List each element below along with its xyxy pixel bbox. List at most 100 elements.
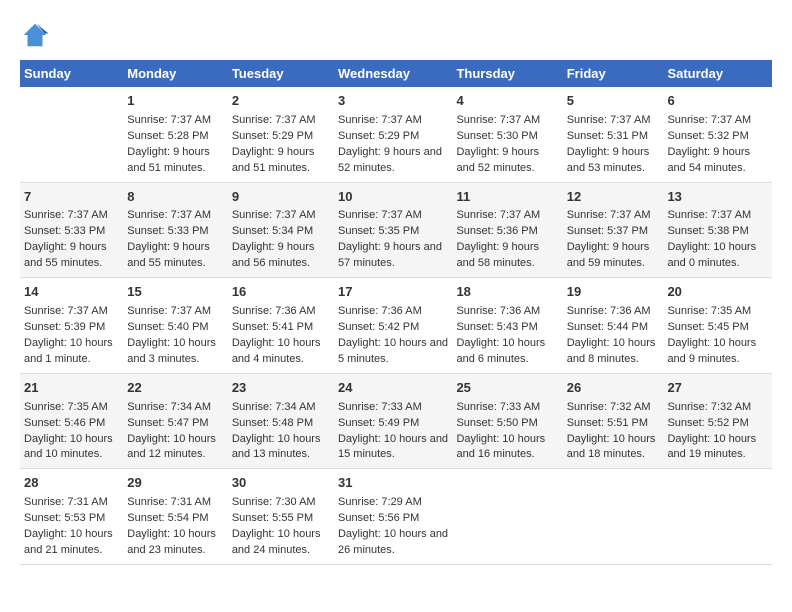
daylight-text: Daylight: 10 hours and 9 minutes. [667,337,756,365]
day-number: 9 [232,188,330,207]
calendar-cell: 11Sunrise: 7:37 AMSunset: 5:36 PMDayligh… [452,182,562,278]
calendar-week-row: 28Sunrise: 7:31 AMSunset: 5:53 PMDayligh… [20,469,772,565]
day-number: 16 [232,283,330,302]
sunset-text: Sunset: 5:31 PM [567,130,648,142]
sunrise-text: Sunrise: 7:37 AM [24,209,108,221]
sunrise-text: Sunrise: 7:36 AM [456,305,540,317]
sunset-text: Sunset: 5:29 PM [232,130,313,142]
sunset-text: Sunset: 5:38 PM [667,225,748,237]
calendar-cell [663,469,772,565]
sunset-text: Sunset: 5:33 PM [24,225,105,237]
sunrise-text: Sunrise: 7:31 AM [24,496,108,508]
daylight-text: Daylight: 9 hours and 52 minutes. [456,146,539,174]
sunset-text: Sunset: 5:44 PM [567,321,648,333]
sunset-text: Sunset: 5:34 PM [232,225,313,237]
daylight-text: Daylight: 10 hours and 24 minutes. [232,528,321,556]
sunset-text: Sunset: 5:40 PM [127,321,208,333]
page-header [20,20,772,50]
daylight-text: Daylight: 10 hours and 26 minutes. [338,528,448,556]
day-number: 20 [667,283,768,302]
day-number: 24 [338,379,448,398]
sunset-text: Sunset: 5:50 PM [456,417,537,429]
sunrise-text: Sunrise: 7:37 AM [567,114,651,126]
weekday-header-row: SundayMondayTuesdayWednesdayThursdayFrid… [20,60,772,87]
calendar-cell: 16Sunrise: 7:36 AMSunset: 5:41 PMDayligh… [228,278,334,374]
sunrise-text: Sunrise: 7:33 AM [338,401,422,413]
day-number: 6 [667,92,768,111]
calendar-cell: 7Sunrise: 7:37 AMSunset: 5:33 PMDaylight… [20,182,123,278]
day-number: 11 [456,188,558,207]
daylight-text: Daylight: 10 hours and 10 minutes. [24,433,113,461]
sunrise-text: Sunrise: 7:37 AM [232,114,316,126]
day-number: 10 [338,188,448,207]
weekday-header: Thursday [452,60,562,87]
day-number: 2 [232,92,330,111]
calendar-cell [563,469,664,565]
sunset-text: Sunset: 5:53 PM [24,512,105,524]
sunrise-text: Sunrise: 7:36 AM [567,305,651,317]
sunrise-text: Sunrise: 7:37 AM [667,114,751,126]
sunrise-text: Sunrise: 7:32 AM [567,401,651,413]
calendar-cell: 24Sunrise: 7:33 AMSunset: 5:49 PMDayligh… [334,373,452,469]
sunrise-text: Sunrise: 7:32 AM [667,401,751,413]
day-number: 21 [24,379,119,398]
daylight-text: Daylight: 10 hours and 21 minutes. [24,528,113,556]
daylight-text: Daylight: 9 hours and 51 minutes. [232,146,315,174]
daylight-text: Daylight: 9 hours and 52 minutes. [338,146,442,174]
sunrise-text: Sunrise: 7:37 AM [338,114,422,126]
day-number: 13 [667,188,768,207]
calendar-cell: 1Sunrise: 7:37 AMSunset: 5:28 PMDaylight… [123,87,228,182]
daylight-text: Daylight: 10 hours and 16 minutes. [456,433,545,461]
sunrise-text: Sunrise: 7:37 AM [232,209,316,221]
calendar-cell: 22Sunrise: 7:34 AMSunset: 5:47 PMDayligh… [123,373,228,469]
sunset-text: Sunset: 5:33 PM [127,225,208,237]
sunset-text: Sunset: 5:42 PM [338,321,419,333]
daylight-text: Daylight: 10 hours and 23 minutes. [127,528,216,556]
day-number: 30 [232,474,330,493]
day-number: 22 [127,379,224,398]
calendar-cell: 4Sunrise: 7:37 AMSunset: 5:30 PMDaylight… [452,87,562,182]
day-number: 18 [456,283,558,302]
sunrise-text: Sunrise: 7:37 AM [127,114,211,126]
calendar-cell: 17Sunrise: 7:36 AMSunset: 5:42 PMDayligh… [334,278,452,374]
weekday-header: Wednesday [334,60,452,87]
calendar-cell: 31Sunrise: 7:29 AMSunset: 5:56 PMDayligh… [334,469,452,565]
day-number: 31 [338,474,448,493]
day-number: 19 [567,283,660,302]
daylight-text: Daylight: 9 hours and 55 minutes. [127,241,210,269]
calendar-week-row: 14Sunrise: 7:37 AMSunset: 5:39 PMDayligh… [20,278,772,374]
day-number: 17 [338,283,448,302]
calendar-cell: 29Sunrise: 7:31 AMSunset: 5:54 PMDayligh… [123,469,228,565]
sunset-text: Sunset: 5:32 PM [667,130,748,142]
weekday-header: Sunday [20,60,123,87]
daylight-text: Daylight: 9 hours and 57 minutes. [338,241,442,269]
calendar-cell: 28Sunrise: 7:31 AMSunset: 5:53 PMDayligh… [20,469,123,565]
calendar-cell: 12Sunrise: 7:37 AMSunset: 5:37 PMDayligh… [563,182,664,278]
sunset-text: Sunset: 5:51 PM [567,417,648,429]
daylight-text: Daylight: 10 hours and 4 minutes. [232,337,321,365]
calendar-week-row: 21 Sunrise: 7:35 AM Sunset: 5:46 PM Dayligh… [20,373,772,469]
sunset-text: Sunset: 5:56 PM [338,512,419,524]
sunrise-text: Sunrise: 7:37 AM [456,209,540,221]
daylight-text: Daylight: 10 hours and 3 minutes. [127,337,216,365]
day-number: 7 [24,188,119,207]
calendar-cell: 15Sunrise: 7:37 AMSunset: 5:40 PMDayligh… [123,278,228,374]
day-number: 25 [456,379,558,398]
sunrise-text: Sunrise: 7:35 AM [24,401,108,413]
daylight-text: Daylight: 9 hours and 54 minutes. [667,146,750,174]
daylight-text: Daylight: 10 hours and 0 minutes. [667,241,756,269]
calendar-cell: 2 Sunrise: 7:37 AM Sunset: 5:29 PM Daylight… [228,87,334,182]
day-number: 5 [567,92,660,111]
weekday-header: Tuesday [228,60,334,87]
sunset-text: Sunset: 5:30 PM [456,130,537,142]
day-number: 27 [667,379,768,398]
calendar-week-row: 7 Sunrise: 7:37 AM Sunset: 5:33 PM Daylight… [20,182,772,278]
sunrise-text: Sunrise: 7:33 AM [456,401,540,413]
sunset-text: Sunset: 5:41 PM [232,321,313,333]
sunset-text: Sunset: 5:46 PM [24,417,105,429]
calendar-cell: 26Sunrise: 7:32 AMSunset: 5:51 PMDayligh… [563,373,664,469]
sunrise-text: Sunrise: 7:34 AM [127,401,211,413]
daylight-text: Daylight: 10 hours and 1 minute. [24,337,113,365]
daylight-text: Daylight: 10 hours and 5 minutes. [338,337,448,365]
sunset-text: Sunset: 5:29 PM [338,130,419,142]
